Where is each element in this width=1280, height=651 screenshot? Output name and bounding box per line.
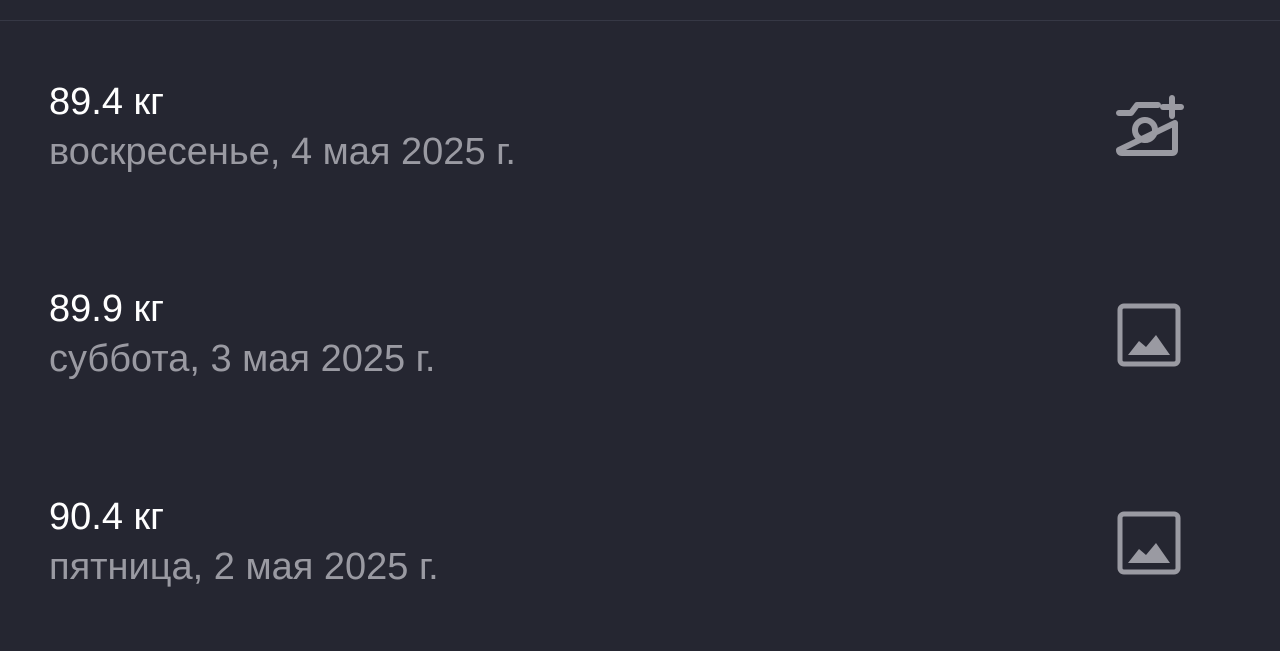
add-photo-button[interactable] (1109, 90, 1189, 160)
image-icon (1117, 303, 1181, 367)
view-photo-button[interactable] (1109, 505, 1189, 575)
entry-date: суббота, 3 мая 2025 г. (49, 338, 436, 380)
weight-value: 89.9 кг (49, 288, 165, 330)
weight-entry[interactable]: 89.4 кг воскресенье, 4 мая 2025 г. (0, 70, 1280, 220)
entry-date: воскресенье, 4 мая 2025 г. (49, 131, 516, 173)
view-photo-button[interactable] (1109, 297, 1189, 367)
entry-date: пятница, 2 мая 2025 г. (49, 546, 439, 588)
camera-add-icon (1116, 95, 1184, 156)
weight-entry[interactable]: 89.9 кг суббота, 3 мая 2025 г. (0, 277, 1280, 427)
image-icon (1117, 511, 1181, 575)
weight-entry[interactable]: 90.4 кг пятница, 2 мая 2025 г. (0, 485, 1280, 635)
weight-value: 90.4 кг (49, 496, 165, 538)
weight-value: 89.4 кг (49, 81, 165, 123)
top-divider (0, 20, 1280, 21)
